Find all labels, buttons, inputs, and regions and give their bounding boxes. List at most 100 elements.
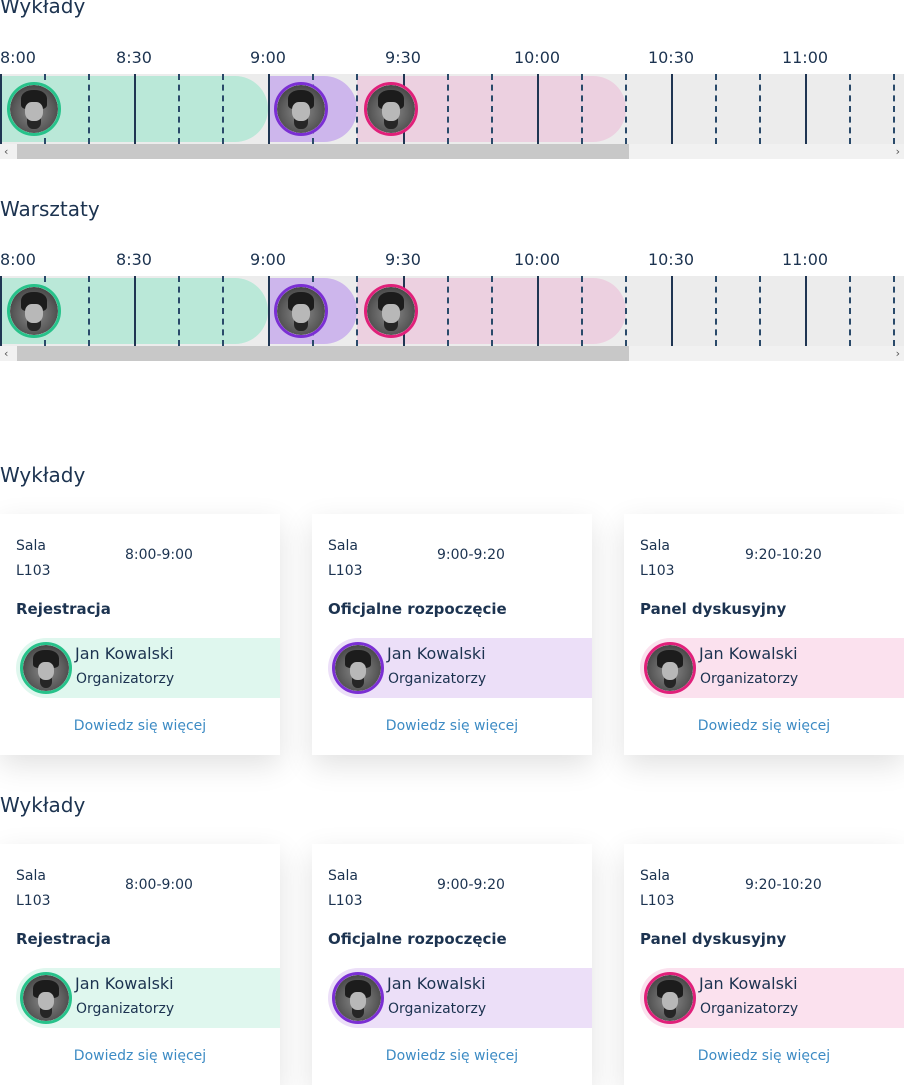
timeline-label: 8:30 — [116, 250, 152, 269]
scroll-left-icon[interactable]: ‹ — [4, 346, 8, 361]
scroll-left-icon[interactable]: ‹ — [4, 144, 8, 159]
learn-more-link[interactable]: Dowiedz się więcej — [312, 1048, 592, 1064]
speaker-row[interactable]: Jan Kowalski Organizatorzy — [328, 638, 592, 698]
avatar-photo — [23, 645, 69, 691]
timeline-label: 8:30 — [116, 48, 152, 67]
quarter-line — [893, 276, 895, 346]
speaker-avatar[interactable] — [7, 82, 61, 136]
learn-more-link[interactable]: Dowiedz się więcej — [0, 718, 280, 734]
speaker-role: Organizatorzy — [76, 1001, 175, 1017]
event-card: Sala L103 9:20-10:20 Panel dyskusyjny Jan… — [624, 514, 904, 755]
quarter-line — [178, 276, 180, 346]
hour-line — [0, 74, 2, 144]
hour-line — [268, 276, 270, 346]
speaker-row[interactable]: Jan Kowalski Organizatorzy — [16, 638, 280, 698]
event-card: Sala L103 8:00-9:00 Rejestracja Jan Kowal… — [0, 514, 280, 755]
timeline-label: 9:00 — [250, 48, 286, 67]
speaker-row[interactable]: Jan Kowalski Organizatorzy — [16, 968, 280, 1028]
speaker-row[interactable]: Jan Kowalski Organizatorzy — [328, 968, 592, 1028]
timeline-track[interactable] — [0, 276, 904, 346]
event-card: Sala L103 9:00-9:20 Oficjalne rozpoczęcie… — [312, 514, 592, 755]
quarter-line — [447, 276, 449, 346]
horizontal-scrollbar[interactable]: ‹ › — [0, 346, 904, 361]
learn-more-link[interactable]: Dowiedz się więcej — [312, 718, 592, 734]
speaker-avatar[interactable] — [20, 642, 72, 694]
speaker-row[interactable]: Jan Kowalski Organizatorzy — [640, 638, 904, 698]
speaker-avatar[interactable] — [20, 972, 72, 1024]
speaker-row[interactable]: Jan Kowalski Organizatorzy — [640, 968, 904, 1028]
quarter-line — [893, 74, 895, 144]
speaker-avatar[interactable] — [332, 642, 384, 694]
speaker-name: Jan Kowalski — [387, 644, 486, 663]
speaker-avatar[interactable] — [364, 284, 418, 338]
timeline-track[interactable] — [0, 74, 904, 144]
quarter-line — [759, 276, 761, 346]
speaker-avatar[interactable] — [274, 82, 328, 136]
quarter-line — [222, 276, 224, 346]
section-title-workshops: Warsztaty — [0, 197, 100, 221]
event-time: 9:00-9:20 — [437, 547, 505, 563]
speaker-name: Jan Kowalski — [75, 644, 174, 663]
speaker-name: Jan Kowalski — [387, 974, 486, 993]
avatar-photo — [277, 85, 325, 133]
hour-line — [268, 74, 270, 144]
event-title: Oficjalne rozpoczęcie — [328, 600, 507, 618]
quarter-line — [849, 276, 851, 346]
avatar-photo — [335, 645, 381, 691]
quarter-line — [625, 74, 627, 144]
quarter-line — [88, 74, 90, 144]
quarter-line — [356, 276, 358, 346]
scrollbar-thumb[interactable] — [17, 144, 629, 159]
room-info: Sala L103 — [640, 534, 675, 584]
avatar-photo — [367, 287, 415, 335]
scrollbar-thumb[interactable] — [17, 346, 629, 361]
timeline-label: 10:30 — [647, 250, 695, 269]
timeline-label: 8:00 — [0, 250, 36, 269]
learn-more-link[interactable]: Dowiedz się więcej — [624, 718, 904, 734]
hour-line — [805, 276, 807, 346]
learn-more-link[interactable]: Dowiedz się więcej — [624, 1048, 904, 1064]
speaker-avatar[interactable] — [274, 284, 328, 338]
event-title: Panel dyskusyjny — [640, 600, 787, 618]
speaker-name: Jan Kowalski — [699, 974, 798, 993]
event-time: 9:20-10:20 — [745, 547, 822, 563]
quarter-line — [178, 74, 180, 144]
quarter-line — [581, 276, 583, 346]
event-title: Rejestracja — [16, 930, 111, 948]
hour-line — [805, 74, 807, 144]
event-time: 9:00-9:20 — [437, 877, 505, 893]
speaker-name: Jan Kowalski — [699, 644, 798, 663]
event-title: Panel dyskusyjny — [640, 930, 787, 948]
speaker-avatar[interactable] — [644, 642, 696, 694]
event-time: 8:00-9:00 — [125, 877, 193, 893]
scroll-right-icon[interactable]: › — [896, 346, 900, 361]
event-card: Sala L103 9:20-10:20 Panel dyskusyjny Jan… — [624, 844, 904, 1085]
speaker-avatar[interactable] — [644, 972, 696, 1024]
quarter-line — [849, 74, 851, 144]
room-label: Sala — [16, 538, 46, 554]
hour-line — [134, 276, 136, 346]
timeline-label: 8:00 — [0, 48, 36, 67]
room-number: L103 — [640, 563, 675, 579]
event-title: Rejestracja — [16, 600, 111, 618]
avatar-photo — [23, 975, 69, 1021]
timeline-label: 9:30 — [385, 48, 421, 67]
avatar-photo — [647, 645, 693, 691]
quarter-line — [491, 74, 493, 144]
speaker-avatar[interactable] — [332, 972, 384, 1024]
speaker-avatar[interactable] — [7, 284, 61, 338]
quarter-line — [625, 276, 627, 346]
scroll-right-icon[interactable]: › — [896, 144, 900, 159]
speaker-avatar[interactable] — [364, 82, 418, 136]
hour-line — [134, 74, 136, 144]
quarter-line — [491, 276, 493, 346]
hour-line — [671, 74, 673, 144]
speaker-role: Organizatorzy — [700, 1001, 799, 1017]
room-number: L103 — [328, 563, 363, 579]
quarter-line — [356, 74, 358, 144]
room-number: L103 — [328, 893, 363, 909]
learn-more-link[interactable]: Dowiedz się więcej — [0, 1048, 280, 1064]
speaker-name: Jan Kowalski — [75, 974, 174, 993]
horizontal-scrollbar[interactable]: ‹ › — [0, 144, 904, 159]
room-label: Sala — [328, 868, 358, 884]
